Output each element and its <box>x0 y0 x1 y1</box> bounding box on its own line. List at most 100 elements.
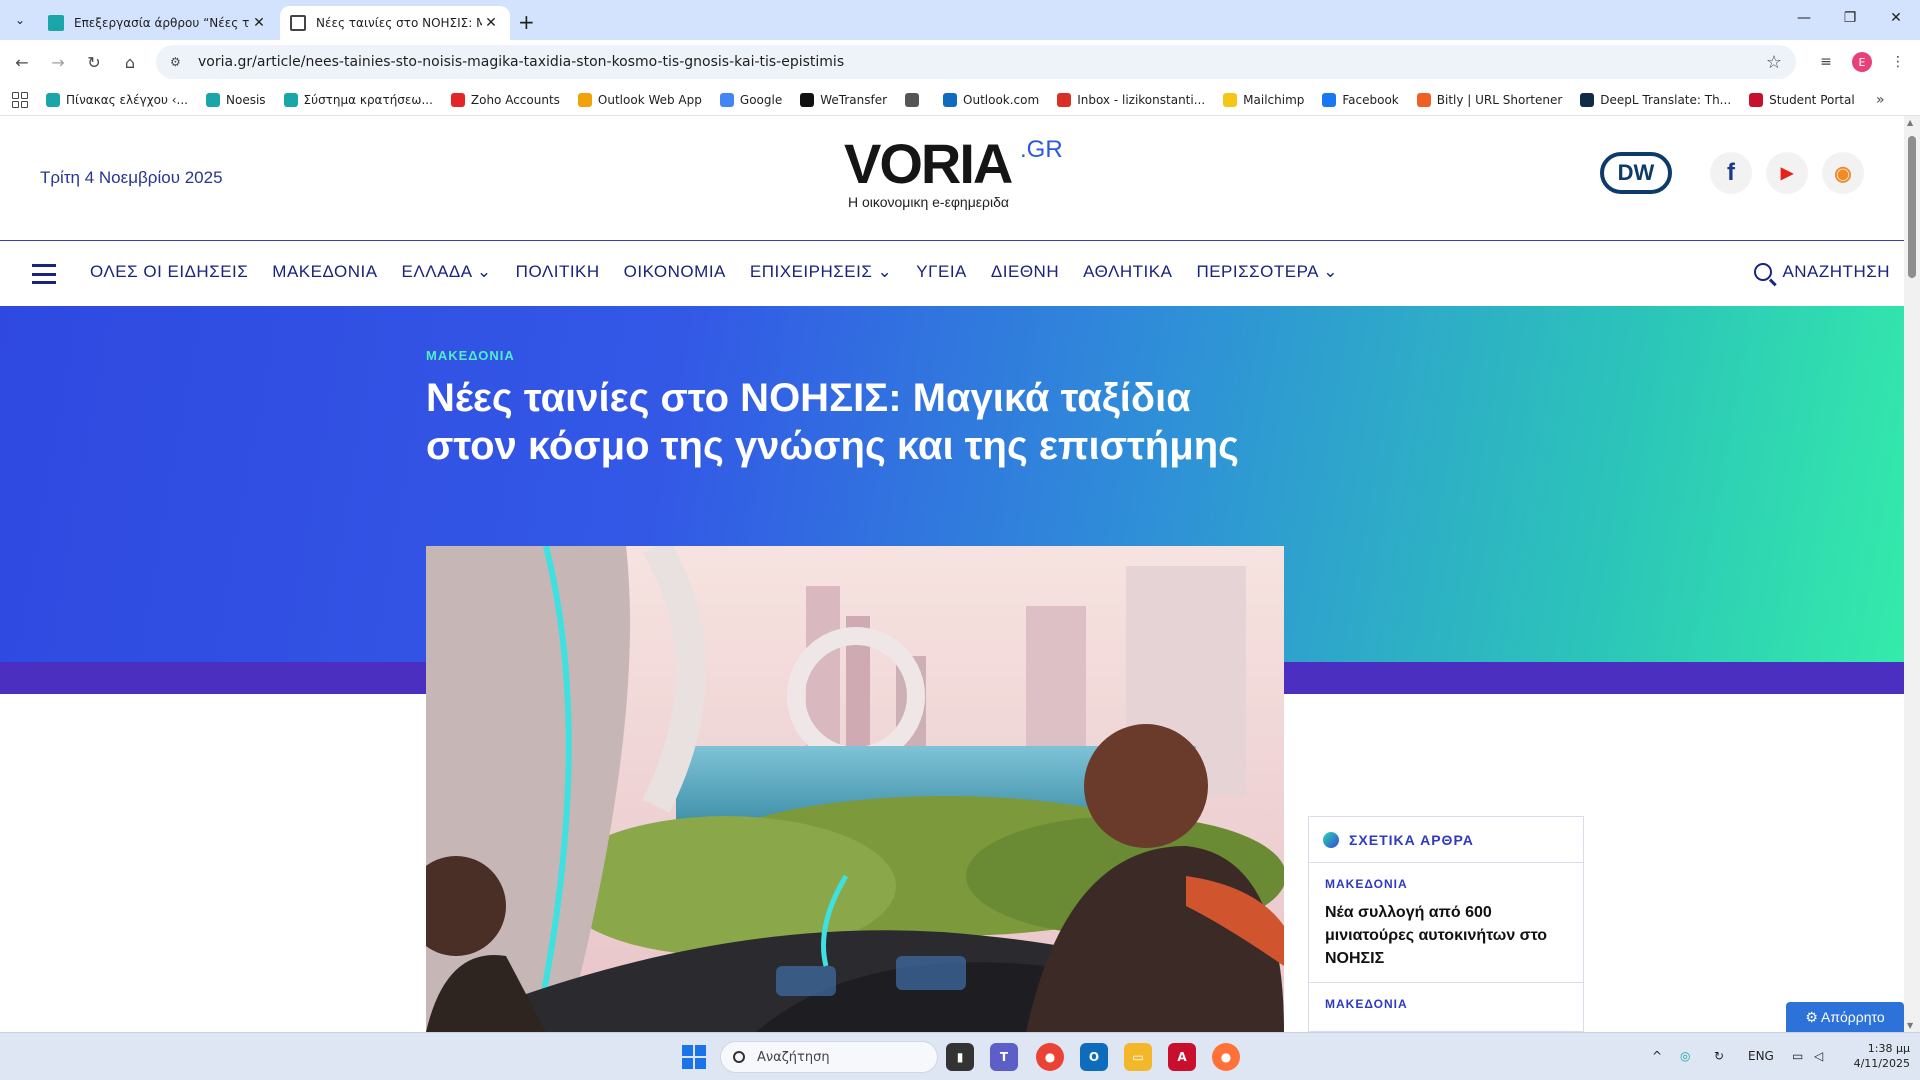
nav-item[interactable]: ΟΛΕΣ ΟΙ ΕΙΔΗΣΕΙΣ <box>90 262 248 282</box>
bookmark-item[interactable]: Mailchimp <box>1223 92 1305 107</box>
voria-logo[interactable]: VORIA .GR Η οικονομικη e-εφημεριδα <box>844 136 1064 211</box>
bookmark-item[interactable]: DeepL Translate: Th... <box>1580 92 1732 107</box>
bookmark-favicon-icon <box>1749 92 1764 107</box>
bookmark-item[interactable]: Πίνακας ελέγχου ‹... <box>46 92 188 107</box>
profile-button[interactable]: E <box>1850 50 1874 74</box>
nav-item[interactable]: ΥΓΕΙΑ <box>916 262 967 282</box>
related-title[interactable]: Νέα συλλογή από 600 μινιατούρες αυτοκινή… <box>1325 901 1567 970</box>
volume-icon[interactable]: ◁ <box>1814 1049 1823 1063</box>
page-scrollbar[interactable]: ▲ ▼ <box>1904 116 1920 1032</box>
bookmark-item[interactable] <box>905 92 925 107</box>
related-category[interactable]: ΜΑΚΕΔΟΝΙΑ <box>1325 877 1567 891</box>
browser-toolbar: ← → ↻ ⌂ ⚙ voria.gr/article/nees-tainies-… <box>0 40 1920 84</box>
bookmark-item[interactable]: Outlook.com <box>943 92 1040 107</box>
acrobat-icon[interactable]: A <box>1168 1043 1196 1071</box>
apps-grid-icon[interactable] <box>12 91 28 108</box>
outlook-icon[interactable]: O <box>1080 1043 1108 1071</box>
network-icon[interactable]: ▭ <box>1792 1049 1803 1063</box>
nav-item[interactable]: ΠΕΡΙΣΣΟΤΕΡΑ ⌄ <box>1196 262 1338 282</box>
tray-overflow-icon[interactable]: ^ <box>1652 1049 1662 1063</box>
bookmark-favicon-icon <box>719 92 734 107</box>
bookmark-favicon-icon <box>1322 92 1337 107</box>
related-category[interactable]: ΜΑΚΕΔΟΝΙΑ <box>1325 997 1567 1011</box>
bookmark-item[interactable]: Inbox - lizikonstanti... <box>1057 92 1205 107</box>
bookmark-item[interactable]: Student Portal <box>1749 92 1855 107</box>
nav-item[interactable]: ΜΑΚΕΔΟΝΙΑ <box>272 262 377 282</box>
taskbar-clock[interactable]: 1:38 μμ 4/11/2025 <box>1848 1041 1910 1071</box>
bookmark-label: DeepL Translate: Th... <box>1600 92 1732 107</box>
restore-icon[interactable]: ❐ <box>1840 10 1860 26</box>
bookmark-item[interactable]: Σύστημα κρατήσεω... <box>283 92 433 107</box>
main-nav: ΟΛΕΣ ΟΙ ΕΙΔΗΣΕΙΣ ΜΑΚΕΔΟΝΙΑ ΕΛΛΑΔΑ ⌄ ΠΟΛΙΤΙΚ… <box>90 262 1362 282</box>
scrollbar-thumb[interactable] <box>1908 136 1916 278</box>
bookmark-item[interactable]: WeTransfer <box>800 92 888 107</box>
bookmark-favicon-icon <box>577 92 592 107</box>
tab-search-chevron-icon[interactable]: ⌄ <box>8 8 32 32</box>
nav-item[interactable]: ΕΠΙΧΕΙΡΗΣΕΙΣ ⌄ <box>750 262 892 282</box>
scroll-down-icon[interactable]: ▼ <box>1907 1021 1913 1030</box>
bookmark-label: Google <box>739 92 783 107</box>
related-article-item[interactable]: ΜΑΚΕΔΟΝΙΑ Νέα συλλογή από 600 μινιατούρε… <box>1309 863 1583 983</box>
privacy-button[interactable]: ⚙ Απόρρητο <box>1786 1002 1904 1032</box>
bookmark-favicon-icon <box>943 92 958 107</box>
bookmark-label: WeTransfer <box>820 92 888 107</box>
dw-logo[interactable]: DW <box>1600 152 1672 194</box>
hamburger-menu-icon[interactable] <box>32 264 56 284</box>
menu-kebab-icon[interactable]: ⋮ <box>1886 50 1910 74</box>
address-bar[interactable]: ⚙ voria.gr/article/nees-tainies-sto-nois… <box>156 45 1796 79</box>
bookmarks-overflow-icon[interactable]: » <box>1876 92 1890 108</box>
reload-icon[interactable]: ↻ <box>82 50 106 74</box>
bookmark-label: Outlook.com <box>963 92 1040 107</box>
article-category[interactable]: ΜΑΚΕΔΟΝΙΑ <box>426 348 515 363</box>
tray-sync-icon[interactable]: ↻ <box>1714 1049 1724 1063</box>
search-button[interactable]: ΑΝΑΖΗΤΗΣΗ <box>1754 262 1890 282</box>
bookmark-favicon-icon <box>1057 92 1072 107</box>
futuristic-city-illustration <box>426 546 1284 1032</box>
search-icon <box>1754 263 1773 281</box>
nav-item[interactable]: ΑΘΛΗΤΙΚΑ <box>1083 262 1172 282</box>
bookmark-label: Mailchimp <box>1243 92 1305 107</box>
facebook-icon[interactable]: f <box>1710 152 1752 194</box>
tab-strip: ⌄ Επεξεργασία άρθρου “Νέες ται ✕ Νέες τα… <box>0 0 1920 40</box>
tab-edit-article[interactable]: Επεξεργασία άρθρου “Νέες ται ✕ <box>38 6 278 40</box>
task-view-icon[interactable]: ▮ <box>946 1043 974 1071</box>
site-info-icon[interactable]: ⚙ <box>170 55 186 69</box>
nav-item[interactable]: ΠΟΛΙΤΙΚΗ <box>516 262 600 282</box>
bookmark-item[interactable]: Facebook <box>1322 92 1399 107</box>
rss-icon[interactable]: ◉ <box>1822 152 1864 194</box>
bookmark-item[interactable]: Outlook Web App <box>577 92 702 107</box>
scroll-up-icon[interactable]: ▲ <box>1907 118 1913 127</box>
language-indicator[interactable]: ENG <box>1748 1049 1774 1063</box>
media-controls-icon[interactable]: ≡ <box>1814 50 1838 74</box>
home-icon[interactable]: ⌂ <box>118 50 142 74</box>
bookmark-label: Facebook <box>1342 92 1399 107</box>
related-article-item[interactable]: ΜΑΚΕΔΟΝΙΑ <box>1309 983 1583 1032</box>
forward-arrow-icon[interactable]: → <box>46 50 70 74</box>
new-tab-plus-icon[interactable]: + <box>518 10 535 34</box>
firefox-icon[interactable]: ● <box>1212 1043 1240 1071</box>
bookmark-item[interactable]: Google <box>719 92 783 107</box>
window-close-icon[interactable]: ✕ <box>1886 10 1906 26</box>
bookmark-item[interactable]: Noesis <box>206 92 266 107</box>
nav-item[interactable]: ΕΛΛΑΔΑ ⌄ <box>402 262 492 282</box>
url-text: voria.gr/article/nees-tainies-sto-noisis… <box>198 54 845 70</box>
related-articles: ΣΧΕΤΙΚΑ ΑΡΘΡΑ ΜΑΚΕΔΟΝΙΑ Νέα συλλογή από … <box>1308 816 1584 1032</box>
teams-icon[interactable]: T <box>990 1043 1018 1071</box>
youtube-icon[interactable]: ▶ <box>1766 152 1808 194</box>
nav-item[interactable]: ΔΙΕΘΝΗ <box>991 262 1059 282</box>
bookmark-item[interactable]: Bitly | URL Shortener <box>1416 92 1562 107</box>
minimize-icon[interactable]: — <box>1794 10 1814 26</box>
bookmark-star-icon[interactable]: ☆ <box>1766 52 1782 73</box>
bookmark-label: Outlook Web App <box>597 92 702 107</box>
tab-article[interactable]: Νέες ταινίες στο ΝΟΗΣΙΣ: Μαγ ✕ <box>280 6 510 40</box>
back-arrow-icon[interactable]: ← <box>10 50 34 74</box>
taskbar-search[interactable]: Αναζήτηση <box>720 1041 938 1073</box>
nav-item[interactable]: ΟΙΚΟΝΟΜΙΑ <box>624 262 726 282</box>
bookmark-item[interactable]: Zoho Accounts <box>450 92 560 107</box>
tab-close-icon[interactable]: ✕ <box>482 15 500 31</box>
chrome-icon[interactable]: ● <box>1036 1043 1064 1071</box>
tab-close-icon[interactable]: ✕ <box>250 15 268 31</box>
file-explorer-icon[interactable]: ▭ <box>1124 1043 1152 1071</box>
windows-start-icon[interactable] <box>682 1045 706 1069</box>
tray-app-icon[interactable]: ◎ <box>1680 1049 1690 1063</box>
